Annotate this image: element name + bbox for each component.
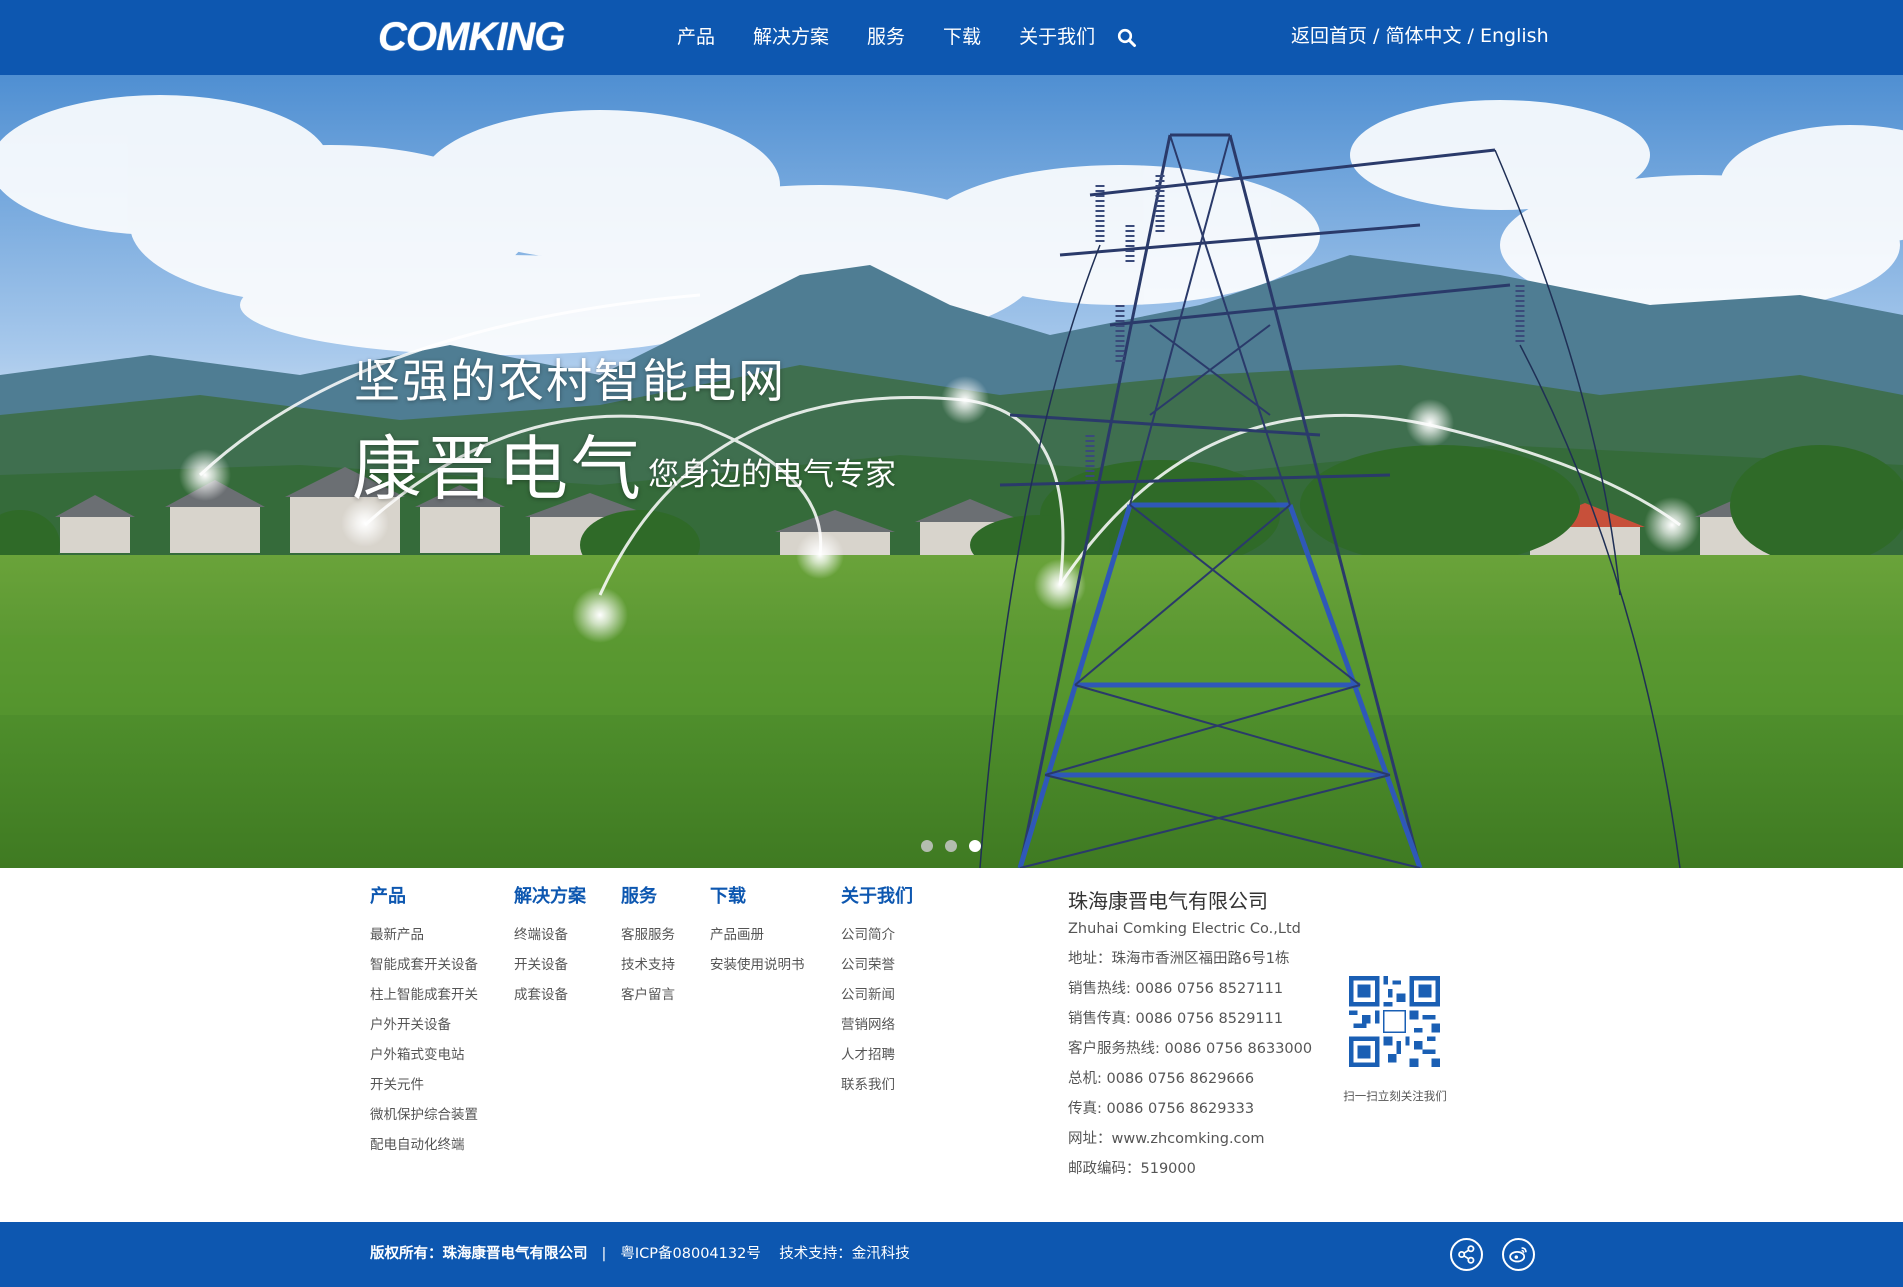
website[interactable]: 网址：www.zhcomking.com xyxy=(1068,1124,1312,1154)
banner-slogan-tagline: 您身边的电气专家 xyxy=(648,457,896,493)
postal-code: 邮政编码：519000 xyxy=(1068,1161,1196,1177)
nav-item-products[interactable]: 产品 xyxy=(677,0,715,75)
footer-link[interactable]: 成套设备 xyxy=(514,980,586,1010)
footer-link[interactable]: 柱上智能成套开关 xyxy=(370,980,478,1010)
copyright-label: 版权所有： xyxy=(370,1246,443,1262)
footer-link[interactable]: 户外开关设备 xyxy=(370,1010,478,1040)
search-icon[interactable] xyxy=(1117,28,1137,48)
nav-item-solutions[interactable]: 解决方案 xyxy=(753,0,829,75)
copyright-bar: 版权所有：珠海康晋电气有限公司 | 粤ICP备08004132号 技术支持：金汛科技 xyxy=(0,1222,1903,1287)
sales-fax: 销售传真: 0086 0756 8529111 xyxy=(1068,1011,1284,1027)
english-link[interactable]: English xyxy=(1480,25,1549,47)
slide-dot-1[interactable] xyxy=(921,840,933,852)
hero-banner[interactable]: 坚强的农村智能电网 康晋电气 您身边的电气专家 xyxy=(0,75,1903,868)
footer-col-about: 关于我们 公司简介 公司荣誉 公司新闻 营销网络 人才招聘 联系我们 xyxy=(841,885,913,1100)
footer-col-download: 下载 产品画册 安装使用说明书 xyxy=(710,885,805,980)
link-separator: / xyxy=(1461,25,1480,47)
banner-slogan-line1: 坚强的农村智能电网 xyxy=(354,354,786,408)
footer-link[interactable]: 配电自动化终端 xyxy=(370,1130,478,1160)
weibo-icon[interactable] xyxy=(1502,1238,1535,1271)
footer-col-title[interactable]: 产品 xyxy=(370,885,478,909)
footer-link[interactable]: 公司荣誉 xyxy=(841,950,913,980)
footer-link[interactable]: 户外箱式变电站 xyxy=(370,1040,478,1070)
nav-item-about[interactable]: 关于我们 xyxy=(1019,0,1095,75)
fax: 传真: 0086 0756 8629333 xyxy=(1068,1101,1255,1117)
icp-number[interactable]: 粤ICP备08004132号 xyxy=(620,1246,760,1262)
banner-slogan-brand: 康晋电气 xyxy=(352,428,644,510)
footer-link[interactable]: 终端设备 xyxy=(514,920,586,950)
footer-link[interactable]: 营销网络 xyxy=(841,1010,913,1040)
site-header: COMKING 产品 解决方案 服务 下载 关于我们 返回首页 / 简体中文 /… xyxy=(0,0,1903,75)
footer-link[interactable]: 技术支持 xyxy=(621,950,675,980)
qr-caption: 扫一扫立刻关注我们 xyxy=(1343,1089,1447,1103)
comking-logo[interactable]: COMKING xyxy=(378,16,565,58)
slide-indicators xyxy=(921,840,993,852)
banner-scene-image xyxy=(0,75,1903,868)
home-link[interactable]: 返回首页 xyxy=(1291,25,1367,47)
footer-link[interactable]: 客服服务 xyxy=(621,920,675,950)
top-links: 返回首页 / 简体中文 / English xyxy=(1291,0,1549,75)
nav-item-download[interactable]: 下载 xyxy=(943,0,981,75)
footer-link[interactable]: 微机保护综合装置 xyxy=(370,1100,478,1130)
share-icon[interactable] xyxy=(1450,1238,1483,1271)
footer-link[interactable]: 智能成套开关设备 xyxy=(370,950,478,980)
footer-col-products: 产品 最新产品 智能成套开关设备 柱上智能成套开关 户外开关设备 户外箱式变电站… xyxy=(370,885,478,1160)
switchboard: 总机: 0086 0756 8629666 xyxy=(1068,1071,1255,1087)
main-nav: 产品 解决方案 服务 下载 关于我们 xyxy=(677,0,1133,75)
footer-link[interactable]: 开关设备 xyxy=(514,950,586,980)
link-separator: / xyxy=(1367,25,1386,47)
sales-hotline: 销售热线: 0086 0756 8527111 xyxy=(1068,981,1284,997)
footer-link[interactable]: 公司新闻 xyxy=(841,980,913,1010)
footer-col-title[interactable]: 解决方案 xyxy=(514,885,586,909)
footer-link[interactable]: 产品画册 xyxy=(710,920,805,950)
qr-code-icon xyxy=(1349,976,1440,1067)
support-label: 技术支持： xyxy=(779,1246,852,1262)
separator: | xyxy=(601,1246,607,1262)
footer-link[interactable]: 联系我们 xyxy=(841,1070,913,1100)
support-company[interactable]: 金汛科技 xyxy=(852,1246,910,1262)
footer-link[interactable]: 安装使用说明书 xyxy=(710,950,805,980)
footer-col-title[interactable]: 关于我们 xyxy=(841,885,913,909)
footer-links: 产品 最新产品 智能成套开关设备 柱上智能成套开关 户外开关设备 户外箱式变电站… xyxy=(0,868,1903,1222)
copyright-company: 珠海康晋电气有限公司 xyxy=(442,1246,588,1262)
company-name-en: Zhuhai Comking Electric Co.,Ltd xyxy=(1068,921,1301,937)
company-address: 地址：珠海市香洲区福田路6号1栋 xyxy=(1068,951,1290,967)
company-info: 珠海康晋电气有限公司 Zhuhai Comking Electric Co.,L… xyxy=(1068,886,1312,1184)
nav-item-service[interactable]: 服务 xyxy=(867,0,905,75)
footer-link[interactable]: 最新产品 xyxy=(370,920,478,950)
footer-col-solutions: 解决方案 终端设备 开关设备 成套设备 xyxy=(514,885,586,1010)
slide-dot-3[interactable] xyxy=(969,840,981,852)
footer-col-service: 服务 客服服务 技术支持 客户留言 xyxy=(621,885,675,1010)
footer-link[interactable]: 公司简介 xyxy=(841,920,913,950)
footer-link[interactable]: 人才招聘 xyxy=(841,1040,913,1070)
footer-link[interactable]: 客户留言 xyxy=(621,980,675,1010)
footer-link[interactable]: 开关元件 xyxy=(370,1070,478,1100)
slide-dot-2[interactable] xyxy=(945,840,957,852)
copyright-text: 版权所有：珠海康晋电气有限公司 | 粤ICP备08004132号 技术支持：金汛科技 xyxy=(370,1222,910,1287)
footer-col-title[interactable]: 下载 xyxy=(710,885,805,909)
service-hotline: 客户服务热线: 0086 0756 8633000 xyxy=(1068,1041,1313,1057)
footer-col-title[interactable]: 服务 xyxy=(621,885,675,909)
company-name: 珠海康晋电气有限公司 xyxy=(1068,889,1268,913)
chinese-link[interactable]: 简体中文 xyxy=(1386,25,1462,47)
